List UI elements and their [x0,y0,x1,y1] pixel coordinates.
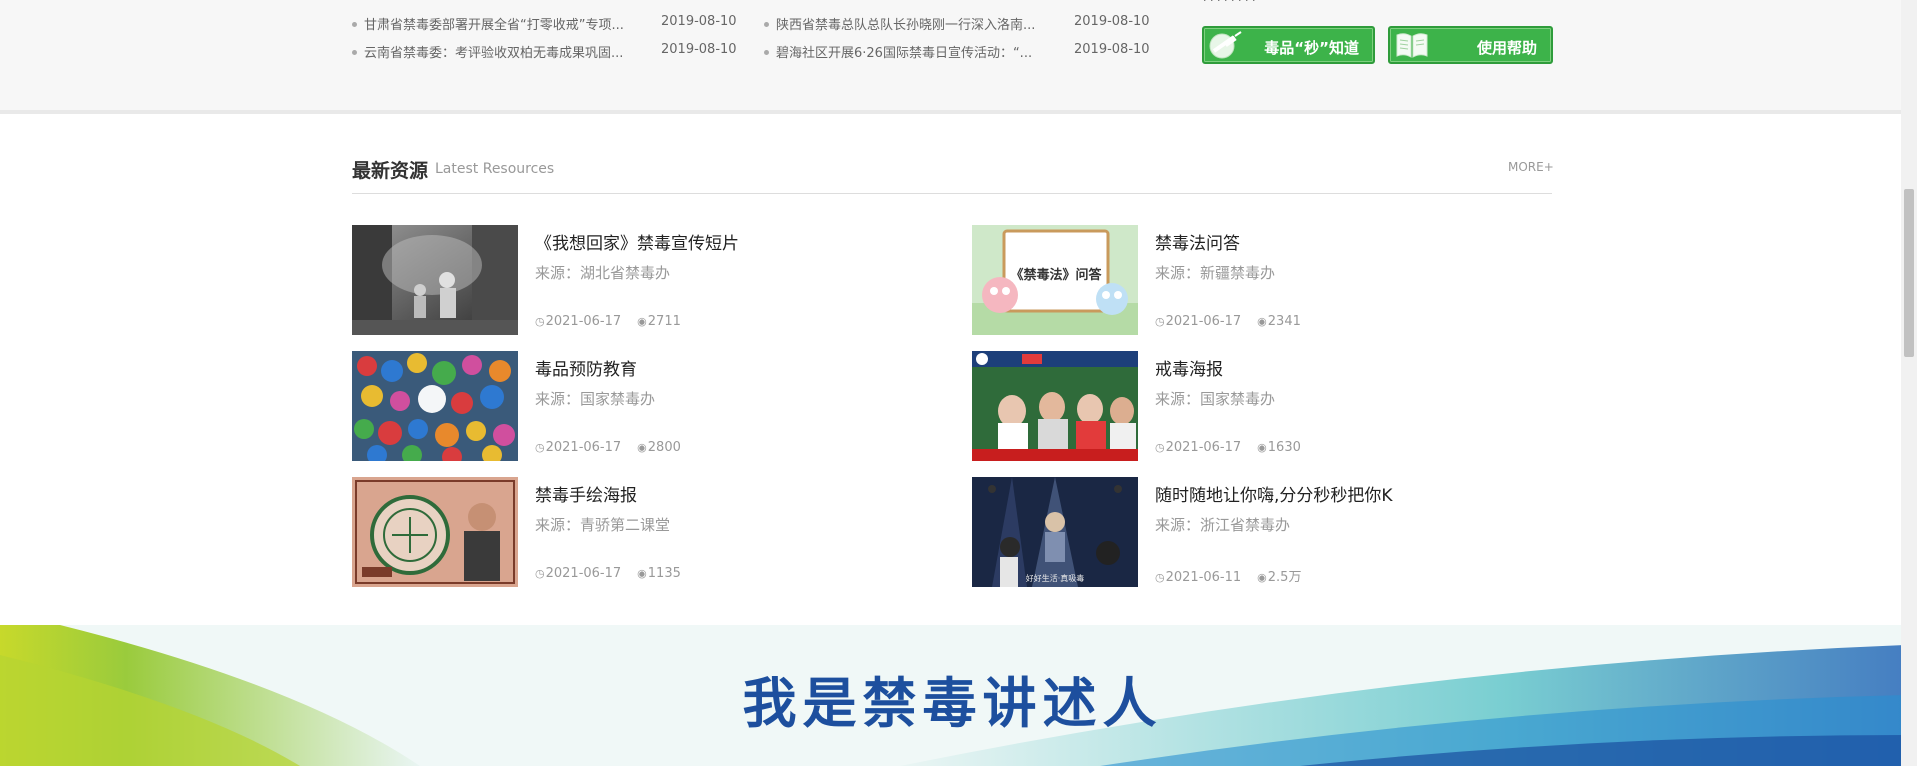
resource-meta: ◷2021-06-17 ◉2711 [535,314,697,329]
storyteller-banner[interactable]: 我是禁毒讲述人 [0,625,1905,766]
resource-card[interactable]: 毒品预防教育 来源：国家禁毒办 ◷2021-06-17 ◉2800 [352,351,912,461]
clock-icon: ◷ [535,441,545,454]
resource-thumbnail[interactable] [352,477,518,587]
eye-icon: ◉ [637,441,647,454]
resource-date: 2021-06-17 [545,314,622,329]
help-button[interactable]: 使用帮助 [1388,26,1553,64]
resource-views: 1135 [647,566,681,581]
resource-thumbnail[interactable]: 《禁毒法》问答 [972,225,1138,335]
news-band: · · · · · · · · 甘肃省禁毒委部署开展全省“打零收戒”专项... … [0,0,1901,114]
truncated-text: · · · · · · · · [1203,0,1256,7]
resource-views: 2800 [647,440,681,455]
bullet-icon [352,22,357,27]
section-divider [352,193,1552,194]
resource-title[interactable]: 随时随地让你嗨,分分秒秒把你K [1155,481,1393,506]
book-icon [1396,33,1428,58]
eye-icon: ◉ [1257,441,1267,454]
resource-thumbnail[interactable] [972,351,1138,461]
resource-card[interactable]: 禁毒手绘海报 来源：青骄第二课堂 ◷2021-06-17 ◉1135 [352,477,912,587]
resource-meta: ◷2021-06-17 ◉1135 [535,566,697,581]
news-date: 2019-08-10 [1074,14,1150,29]
resource-views: 2711 [647,314,681,329]
eye-icon: ◉ [1257,571,1267,584]
rehab-poster-image [972,351,1138,461]
resource-source: 来源：新疆禁毒办 [1155,264,1276,282]
resource-title[interactable]: 禁毒法问答 [1155,229,1240,254]
animation-still-image: 好好生活·真吸毒 [972,477,1138,587]
news-link[interactable]: 碧海社区开展6·26国际禁毒日宣传活动：“... [764,42,1032,61]
film-still-image [352,225,518,335]
resource-card[interactable]: 《禁毒法》问答 禁毒法问答 来源：新疆禁毒办 ◷2021-06-17 ◉2341 [972,225,1532,335]
resource-views: 2341 [1267,314,1301,329]
resource-date: 2021-06-17 [545,566,622,581]
clock-icon: ◷ [1155,315,1165,328]
resource-thumbnail[interactable]: 好好生活·真吸毒 [972,477,1138,587]
board-text: 《禁毒法》问答 [1010,267,1102,283]
help-label: 使用帮助 [1476,39,1537,57]
resource-date: 2021-06-11 [1165,570,1242,585]
vertical-scrollbar[interactable] [1901,0,1917,766]
resource-card[interactable]: 《我想回家》禁毒宣传短片 来源：湖北省禁毒办 ◷2021-06-17 ◉2711 [352,225,912,335]
banner-title: 我是禁毒讲述人 [742,671,1163,735]
resource-title[interactable]: 毒品预防教育 [535,355,637,380]
clock-icon: ◷ [535,315,545,328]
drug-knowledge-button[interactable]: 毒品“秒”知道 [1202,26,1375,64]
resource-date: 2021-06-17 [1165,314,1242,329]
resource-thumbnail[interactable] [352,225,518,335]
resource-source: 来源：国家禁毒办 [535,390,656,408]
bullet-icon [764,50,769,55]
news-link[interactable]: 云南省禁毒委：考评验收双柏无毒成果巩固... [352,42,623,61]
clock-icon: ◷ [535,567,545,580]
resource-meta: ◷2021-06-17 ◉2800 [535,440,697,455]
resource-date: 2021-06-17 [545,440,622,455]
news-link[interactable]: 陕西省禁毒总队总队长孙晓刚一行深入洛南... [764,14,1035,33]
resource-source: 来源：浙江省禁毒办 [1155,516,1291,534]
resource-meta: ◷2021-06-11 ◉2.5万 [1155,566,1317,585]
clock-icon: ◷ [1155,441,1165,454]
video-caption: 好好生活·真吸毒 [1026,573,1085,583]
syringe-icon [1209,31,1242,59]
drug-knowledge-label: 毒品“秒”知道 [1264,39,1359,57]
resource-source: 来源：青骄第二课堂 [535,516,671,534]
resource-title[interactable]: 禁毒手绘海报 [535,481,637,506]
crowd-event-image [352,351,518,461]
resource-title[interactable]: 戒毒海报 [1155,355,1223,380]
bullet-icon [764,22,769,27]
scrollbar-thumb[interactable] [1904,189,1914,357]
news-date: 2019-08-10 [1074,42,1150,57]
resource-source: 来源：国家禁毒办 [1155,390,1276,408]
resource-views: 2.5万 [1267,570,1302,585]
resource-meta: ◷2021-06-17 ◉1630 [1155,440,1317,455]
news-date: 2019-08-10 [661,42,737,57]
resource-title[interactable]: 《我想回家》禁毒宣传短片 [535,229,739,254]
resource-card[interactable]: 好好生活·真吸毒 随时随地让你嗨,分分秒秒把你K 来源：浙江省禁毒办 ◷2021… [972,477,1532,587]
eye-icon: ◉ [637,315,647,328]
eye-icon: ◉ [1257,315,1267,328]
resource-date: 2021-06-17 [1165,440,1242,455]
news-link[interactable]: 甘肃省禁毒委部署开展全省“打零收戒”专项... [352,14,624,33]
resource-views: 1630 [1267,440,1301,455]
eye-icon: ◉ [637,567,647,580]
bullet-icon [352,50,357,55]
resource-thumbnail[interactable] [352,351,518,461]
more-link[interactable]: MORE+ [1508,160,1554,174]
resource-card[interactable]: 戒毒海报 来源：国家禁毒办 ◷2021-06-17 ◉1630 [972,351,1532,461]
resource-meta: ◷2021-06-17 ◉2341 [1155,314,1317,329]
section-subtitle: Latest Resources [435,161,555,177]
law-qa-image: 《禁毒法》问答 [972,225,1138,335]
news-date: 2019-08-10 [661,14,737,29]
section-title: 最新资源 [352,160,429,182]
clock-icon: ◷ [1155,571,1165,584]
resource-source: 来源：湖北省禁毒办 [535,264,671,282]
hand-drawn-poster-image [352,477,518,587]
